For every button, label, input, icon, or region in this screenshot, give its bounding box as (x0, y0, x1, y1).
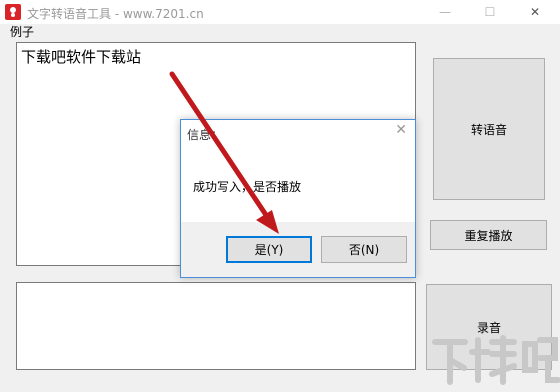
message-dialog: 信息： ✕ 成功写入，是否播放 是(Y) 否(N) (180, 119, 416, 278)
minimize-button[interactable]: — (425, 0, 465, 24)
maximize-button[interactable]: ☐ (470, 0, 510, 24)
window-title: 文字转语音工具 - www.7201.cn (27, 7, 204, 21)
title-bar[interactable]: 文字转语音工具 - www.7201.cn — ☐ ✕ (0, 0, 560, 24)
close-button[interactable]: ✕ (515, 0, 555, 24)
app-icon (5, 4, 21, 20)
convert-to-speech-button[interactable]: 转语音 (433, 58, 545, 200)
no-button[interactable]: 否(N) (321, 236, 407, 263)
input-text-value: 下载吧软件下载站 (21, 48, 142, 66)
record-text-area[interactable] (16, 282, 416, 370)
replay-button[interactable]: 重复播放 (430, 220, 547, 250)
dialog-footer: 是(Y) 否(N) (181, 222, 415, 277)
yes-button[interactable]: 是(Y) (226, 236, 312, 263)
menu-item-examples[interactable]: 例子 (10, 24, 34, 40)
dialog-close-button[interactable]: ✕ (395, 122, 407, 138)
dialog-title: 信息： (187, 128, 224, 142)
menu-bar: 例子 (0, 24, 560, 40)
watermark-logo (432, 335, 560, 385)
dialog-message: 成功写入，是否播放 (193, 180, 302, 194)
